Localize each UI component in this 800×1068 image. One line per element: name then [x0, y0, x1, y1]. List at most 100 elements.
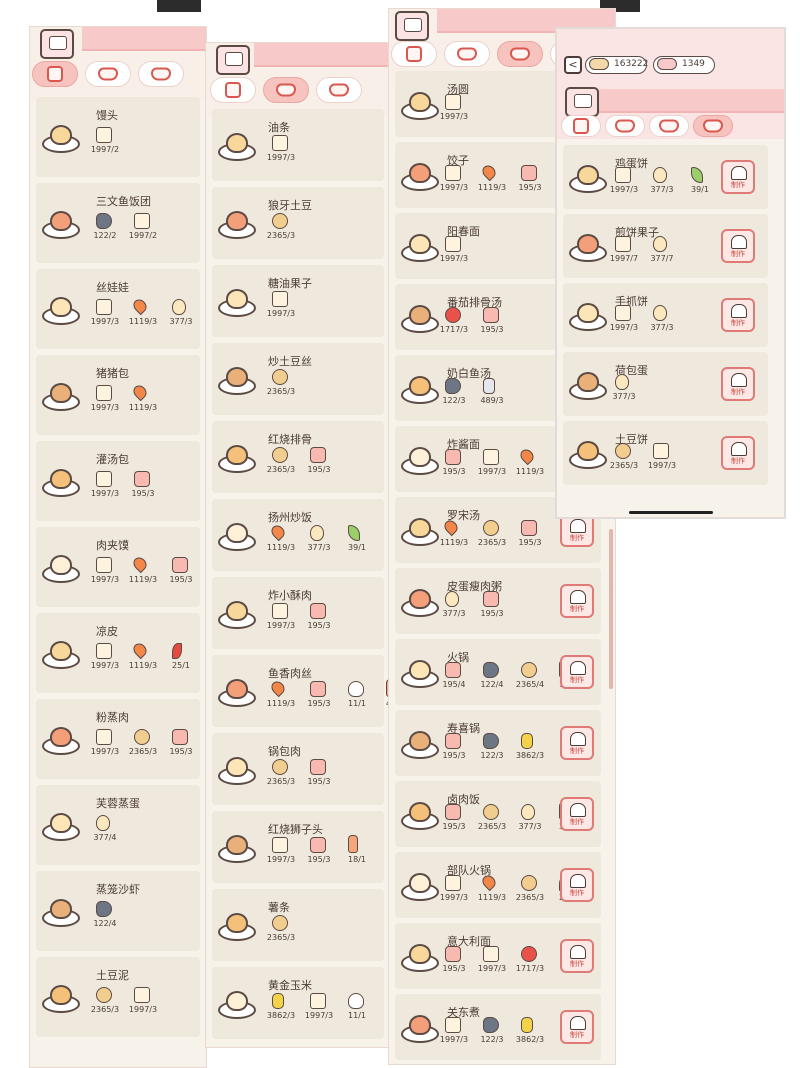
- recipe-name: 糖油果子: [268, 277, 312, 290]
- tab-pot[interactable]: [649, 115, 689, 137]
- tab-wok[interactable]: [263, 77, 309, 103]
- food-icon: [50, 469, 72, 489]
- recipe-card[interactable]: 芙蓉蒸蛋 377/4: [36, 785, 200, 865]
- recipe-card[interactable]: 狼牙土豆 2365/3: [212, 187, 384, 259]
- food-icon: [226, 679, 248, 699]
- recipe-card[interactable]: 红烧排骨 2365/3 195/3: [212, 421, 384, 493]
- tab-pot[interactable]: [497, 41, 543, 67]
- chef-hat-icon: [570, 590, 586, 604]
- make-button[interactable]: 制作: [560, 726, 594, 760]
- recipe-card[interactable]: 关东煮 1997/3 122/3 3862/3 制作: [395, 994, 601, 1060]
- make-button[interactable]: 制作: [560, 868, 594, 902]
- recipe-card[interactable]: 鱼香肉丝1119/3195/311/146/1: [212, 655, 390, 727]
- recipe-card[interactable]: 寿喜锅 195/3 122/3 3862/3 制作: [395, 710, 601, 776]
- recipe-book-icon[interactable]: [216, 45, 250, 75]
- food-icon: [50, 899, 72, 919]
- make-button[interactable]: 制作: [721, 367, 755, 401]
- recipe-card[interactable]: 丝娃娃 1997/3 1119/3 377/3: [36, 269, 200, 349]
- tab-pan[interactable]: [693, 115, 733, 137]
- recipe-card[interactable]: 卤肉饭195/32365/3377/333/1制作: [395, 781, 601, 847]
- tab-pot[interactable]: [138, 61, 184, 87]
- make-button-label: 制作: [731, 250, 745, 258]
- recipe-card[interactable]: 荷包蛋 377/3 制作: [563, 352, 768, 416]
- food-icon: [409, 589, 431, 609]
- recipe-card[interactable]: 土豆泥 2365/3 1997/3: [36, 957, 200, 1037]
- tab-steamer[interactable]: [391, 41, 437, 67]
- tab-steamer[interactable]: [210, 77, 256, 103]
- ingredient-quantity: 1997/3: [439, 1035, 469, 1044]
- ingredient: 1119/3: [264, 678, 298, 711]
- ingredient-quantity: 195/3: [442, 467, 466, 476]
- back-button[interactable]: <: [564, 56, 582, 74]
- recipe-card[interactable]: 意大利面 195/3 1997/3 1717/3 制作: [395, 923, 601, 989]
- ingredient-quantity: 1119/3: [515, 467, 545, 476]
- steamer-icon: [406, 46, 422, 62]
- ingredient-quantity: 195/3: [442, 964, 466, 973]
- tab-wok[interactable]: [605, 115, 645, 137]
- recipe-card[interactable]: 炒土豆丝 2365/3: [212, 343, 384, 415]
- make-button[interactable]: 制作: [721, 160, 755, 194]
- make-button-label: 制作: [570, 1031, 584, 1039]
- recipe-card[interactable]: 鸡蛋饼 1997/3 377/3 39/1 制作: [563, 145, 768, 209]
- recipe-card[interactable]: 皮蛋瘦肉粥 377/3 195/3 制作: [395, 568, 601, 634]
- recipe-card[interactable]: 锅包肉 2365/3 195/3: [212, 733, 384, 805]
- recipe-card[interactable]: 蒸笼沙虾 122/4: [36, 871, 200, 951]
- make-button[interactable]: 制作: [721, 298, 755, 332]
- recipe-card[interactable]: 部队火锅1997/31119/32365/325/1制作: [395, 852, 601, 918]
- scrollbar[interactable]: [609, 529, 613, 689]
- make-button[interactable]: 制作: [721, 229, 755, 263]
- tab-steamer[interactable]: [561, 115, 601, 137]
- make-button[interactable]: 制作: [560, 584, 594, 618]
- tab-wok[interactable]: [444, 41, 490, 67]
- recipe-card[interactable]: 粉蒸肉 1997/3 2365/3 195/3: [36, 699, 200, 779]
- ingredient-ham-icon: [310, 681, 326, 697]
- ingredient: 489/3: [475, 378, 509, 408]
- ingredient-list: 1997/3 122/3 3862/3: [437, 1017, 547, 1047]
- tab-steamer[interactable]: [32, 61, 78, 87]
- ingredient-car-icon: [130, 382, 150, 402]
- recipe-card[interactable]: 灌汤包 1997/3 195/3: [36, 441, 200, 521]
- recipe-card[interactable]: 猪猪包 1997/3 1119/3: [36, 355, 200, 435]
- recipe-card[interactable]: 馒头 1997/2: [36, 97, 200, 177]
- food-icon: [50, 555, 72, 575]
- make-button[interactable]: 制作: [560, 655, 594, 689]
- ingredient: 195/3: [164, 557, 198, 587]
- recipe-card[interactable]: 油条 1997/3: [212, 109, 384, 181]
- recipe-card[interactable]: 炸小酥肉 1997/3 195/3: [212, 577, 384, 649]
- ingredient-quantity: 1997/3: [90, 403, 120, 412]
- ingredient: 122/4: [88, 901, 122, 931]
- recipe-card[interactable]: 扬州炒饭 1119/3 377/3 39/1: [212, 499, 384, 571]
- ingredient-quantity: 1997/7: [609, 254, 639, 263]
- recipe-book-icon[interactable]: [565, 87, 599, 117]
- tab-pot[interactable]: [316, 77, 362, 103]
- food-icon: [409, 234, 431, 254]
- recipe-card[interactable]: 薯条 2365/3: [212, 889, 384, 961]
- make-button[interactable]: 制作: [560, 939, 594, 973]
- category-tabs: [210, 77, 362, 105]
- recipe-book-icon[interactable]: [395, 11, 429, 41]
- ingredient: 1997/2: [126, 213, 160, 243]
- recipe-card[interactable]: 火锅195/4122/42365/418/1制作: [395, 639, 601, 705]
- recipe-card[interactable]: 黄金玉米 3862/3 1997/3 11/1: [212, 967, 384, 1039]
- recipe-card[interactable]: 煎饼果子 1997/7 377/7 制作: [563, 214, 768, 278]
- ingredient: 1997/3: [264, 603, 298, 633]
- recipe-card[interactable]: 手抓饼 1997/3 377/3 制作: [563, 283, 768, 347]
- recipe-name: 薯条: [268, 901, 290, 914]
- recipe-card[interactable]: 土豆饼 2365/3 1997/3 制作: [563, 421, 768, 485]
- make-button[interactable]: 制作: [560, 1010, 594, 1044]
- chef-hat-icon: [570, 519, 586, 533]
- recipe-card[interactable]: 凉皮 1997/3 1119/3 25/1: [36, 613, 200, 693]
- recipe-card[interactable]: 三文鱼饭团 122/2 1997/2: [36, 183, 200, 263]
- food-icon: [226, 991, 248, 1011]
- tab-wok[interactable]: [85, 61, 131, 87]
- recipe-card[interactable]: 肉夹馍 1997/3 1119/3 195/3: [36, 527, 200, 607]
- make-button[interactable]: 制作: [560, 513, 594, 547]
- make-button-label: 制作: [731, 388, 745, 396]
- make-button[interactable]: 制作: [721, 436, 755, 470]
- ingredient-car-icon: [479, 872, 499, 892]
- recipe-book-icon[interactable]: [40, 29, 74, 59]
- liangpi-icon: [42, 639, 82, 671]
- recipe-card[interactable]: 糖油果子 1997/3: [212, 265, 384, 337]
- recipe-card[interactable]: 红烧狮子头 1997/3 195/3 18/1: [212, 811, 384, 883]
- make-button[interactable]: 制作: [560, 797, 594, 831]
